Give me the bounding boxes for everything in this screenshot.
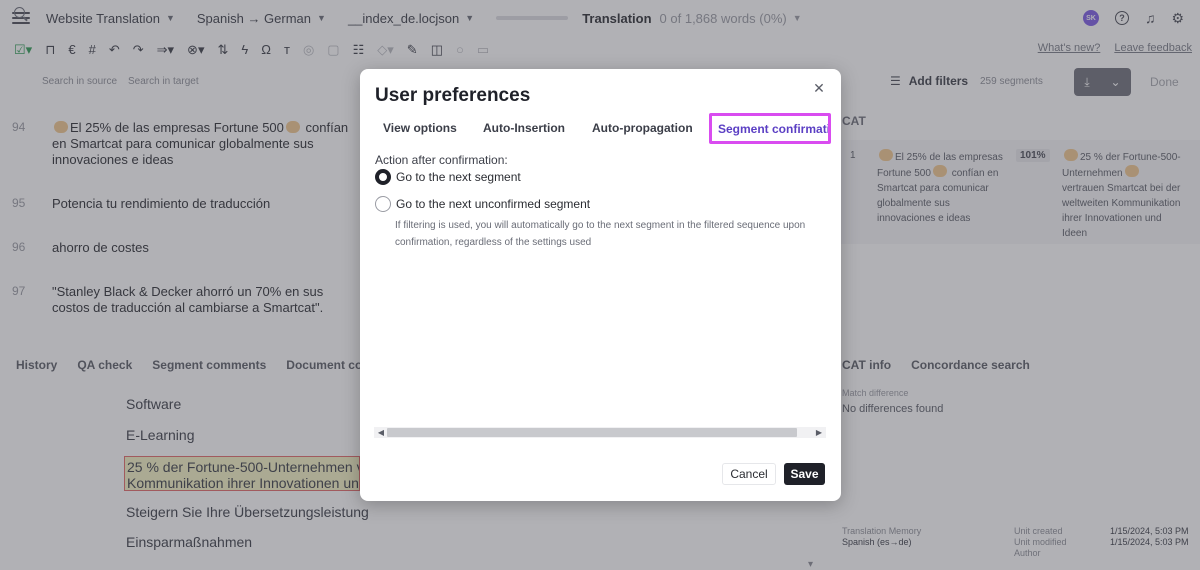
horizontal-scrollbar[interactable]: ◀ ▶ <box>374 427 826 438</box>
radio-unselected[interactable] <box>375 196 391 212</box>
user-preferences-dialog: User preferences ✕ View options Auto-Ins… <box>360 69 841 501</box>
close-icon[interactable]: ✕ <box>812 81 826 95</box>
save-button[interactable]: Save <box>784 463 825 485</box>
radio-selected[interactable] <box>375 169 391 185</box>
tab-view-options[interactable]: View options <box>383 121 457 135</box>
tab-auto-insertion[interactable]: Auto-Insertion <box>483 121 565 135</box>
option-hint: If filtering is used, you will automatic… <box>395 220 806 248</box>
scroll-left-icon[interactable]: ◀ <box>376 427 386 438</box>
cancel-button[interactable]: Cancel <box>722 463 776 485</box>
scrollbar-thumb[interactable] <box>387 428 797 437</box>
option-next-unconfirmed-segment[interactable]: Go to the next unconfirmed segment <box>375 196 590 212</box>
option-next-unconfirmed-label: Go to the next unconfirmed segment <box>396 197 591 211</box>
tab-auto-propagation[interactable]: Auto-propagation <box>592 121 693 135</box>
dialog-tabs: View options Auto-Insertion Auto-propaga… <box>360 113 841 145</box>
scroll-right-icon[interactable]: ▶ <box>814 427 824 438</box>
option-next-segment-label: Go to the next segment <box>396 170 521 184</box>
option-next-segment[interactable]: Go to the next segment <box>375 169 521 185</box>
tab-segment-confirmation[interactable]: Segment confirmation <box>709 113 831 144</box>
dialog-title: User preferences <box>375 85 531 106</box>
action-after-confirmation-label: Action after confirmation: <box>375 153 508 167</box>
